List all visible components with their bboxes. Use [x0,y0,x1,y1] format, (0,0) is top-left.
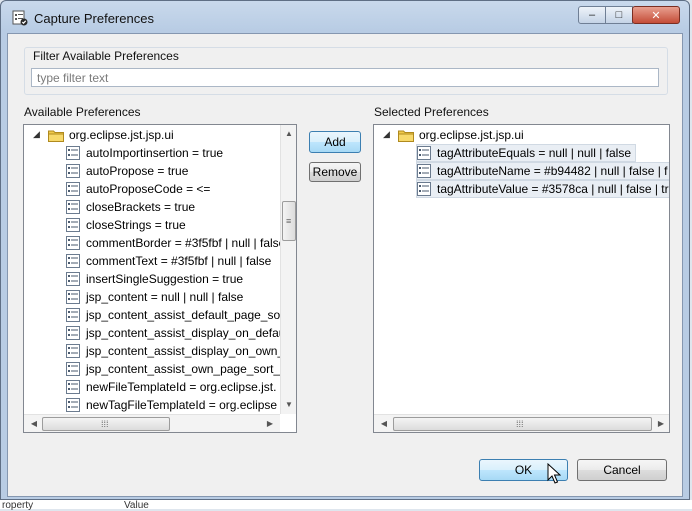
available-preferences-label: Available Preferences [24,105,141,119]
preference-item-label: tagAttributeValue = #3578ca | null | fal… [437,182,669,196]
background-column-property: roperty [2,500,34,511]
preference-icon [66,398,80,412]
preference-item[interactable]: commentBorder = #3f5fbf | null | false [66,234,285,252]
preference-item-label: autoImportinsertion = true [86,146,224,160]
preference-item-label: tagAttributeName = #b94482 | null | fals… [437,164,668,178]
preference-item-label: insertSingleSuggestion = true [86,272,244,286]
preference-item-label: jsp_content_assist_display_on_own_p [86,344,291,358]
scroll-down-arrow-icon[interactable]: ▼ [281,400,296,409]
folder-icon [398,130,414,142]
preference-item[interactable]: newTagFileTemplateId = org.eclipse [66,396,277,414]
close-button[interactable]: ✕ [632,6,680,24]
preference-icon [66,326,80,340]
scroll-right-arrow-icon[interactable]: ▶ [262,419,278,428]
preference-icon [417,146,431,160]
preference-icon [66,254,80,268]
preference-icon [66,308,80,322]
preference-icon [66,200,80,214]
preference-icon [66,236,80,250]
scroll-grip-icon: ⁞⁞⁞ [516,419,524,429]
scroll-right-arrow-icon[interactable]: ▶ [653,419,669,428]
filter-input[interactable] [31,68,659,87]
close-icon: ✕ [651,9,661,22]
collapse-arrow-icon[interactable]: ◢ [33,129,40,140]
background-window-strip: roperty Value [0,500,692,511]
preference-item[interactable]: closeStrings = true [66,216,186,234]
preference-item[interactable]: jsp_content_assist_own_page_sort_o [66,360,287,378]
cancel-button[interactable]: Cancel [577,459,667,481]
capture-preferences-icon [12,10,28,26]
preference-icon [66,218,80,232]
preference-icon [66,182,80,196]
window-title: Capture Preferences [34,11,154,26]
preference-item[interactable]: tagAttributeValue = #3578ca | null | fal… [416,180,669,198]
tree-root-node[interactable]: org.eclipse.jst.jsp.ui [398,126,524,144]
filter-group-label: Filter Available Preferences [33,49,179,63]
preference-item[interactable]: jsp_content_assist_default_page_sort [66,306,287,324]
preference-item-label: newTagFileTemplateId = org.eclipse [86,398,278,412]
preference-icon [66,290,80,304]
preference-item[interactable]: autoImportinsertion = true [66,144,223,162]
preference-item-label: jsp_content_assist_default_page_sort [86,308,288,322]
preference-item[interactable]: tagAttributeEquals = null | null | false [416,144,637,162]
horizontal-scroll-thumb[interactable]: ⁞⁞⁞ [42,417,170,431]
preference-item-label: commentBorder = #3f5fbf | null | false [86,236,286,250]
horizontal-scrollbar[interactable]: ◀ ⁞⁞⁞ ▶ [374,414,669,432]
preference-item[interactable]: commentText = #3f5fbf | null | false [66,252,271,270]
preference-item-label: commentText = #3f5fbf | null | false [86,254,272,268]
available-preferences-tree[interactable]: ◢ org.eclipse.jst.jsp.ui autoImportinser… [23,124,297,433]
maximize-button[interactable]: □ [605,6,633,24]
vertical-scroll-thumb[interactable]: ≡ [282,201,296,241]
preference-icon [66,344,80,358]
preference-item-label: jsp_content = null | null | false [86,290,244,304]
add-button[interactable]: Add [309,131,361,153]
preference-item[interactable]: closeBrackets = true [66,198,195,216]
background-column-value: Value [124,500,149,511]
preference-item[interactable]: autoPropose = true [66,162,188,180]
scroll-left-arrow-icon[interactable]: ◀ [26,419,42,428]
preference-icon [417,164,431,178]
tree-root-node[interactable]: org.eclipse.jst.jsp.ui [48,126,174,144]
minimize-icon: – [588,9,596,21]
preference-item-label: tagAttributeEquals = null | null | false [437,146,632,160]
preference-icon [66,146,80,160]
scroll-left-arrow-icon[interactable]: ◀ [376,419,392,428]
folder-icon [48,130,64,142]
preference-item-label: autoPropose = true [86,164,189,178]
preference-item[interactable]: autoProposeCode = <= [66,180,210,198]
preference-item-label: closeBrackets = true [86,200,196,214]
tree-root-label: org.eclipse.jst.jsp.ui [69,128,174,142]
preference-icon [417,182,431,196]
collapse-arrow-icon[interactable]: ◢ [383,129,390,140]
horizontal-scroll-thumb[interactable]: ⁞⁞⁞ [393,417,652,431]
preference-icon [66,362,80,376]
tree-root-label: org.eclipse.jst.jsp.ui [419,128,524,142]
mouse-cursor-icon [547,463,561,484]
preference-item[interactable]: jsp_content_assist_display_on_own_p [66,342,291,360]
horizontal-scrollbar[interactable]: ◀ ⁞⁞⁞ ▶ [24,414,280,432]
remove-button[interactable]: Remove [309,162,361,182]
preference-item[interactable]: jsp_content_assist_display_on_default [66,324,291,342]
vertical-scrollbar[interactable]: ▲ ≡ ▼ [280,125,296,414]
scroll-up-arrow-icon[interactable]: ▲ [281,129,296,138]
preference-item-label: jsp_content_assist_own_page_sort_o [86,362,287,376]
selected-preferences-label: Selected Preferences [374,105,489,119]
preference-item-label: closeStrings = true [86,218,186,232]
preference-icon [66,272,80,286]
preference-item[interactable]: insertSingleSuggestion = true [66,270,243,288]
scroll-grip-icon: ⁞⁞⁞ [101,419,109,429]
preference-item[interactable]: jsp_content = null | null | false [66,288,243,306]
preference-item[interactable]: tagAttributeName = #b94482 | null | fals… [416,162,669,180]
scroll-grip-icon: ≡ [286,216,292,226]
preference-item[interactable]: newFileTemplateId = org.eclipse.jst. [66,378,276,396]
preference-item-label: autoProposeCode = <= [86,182,211,196]
maximize-icon: □ [615,9,623,21]
minimize-button[interactable]: – [578,6,606,24]
selected-preferences-tree[interactable]: ◢ org.eclipse.jst.jsp.ui tagAttributeEqu… [373,124,670,433]
preference-icon [66,380,80,394]
preference-item-label: jsp_content_assist_display_on_default [86,326,292,340]
preference-icon [66,164,80,178]
preference-item-label: newFileTemplateId = org.eclipse.jst. [86,380,277,394]
